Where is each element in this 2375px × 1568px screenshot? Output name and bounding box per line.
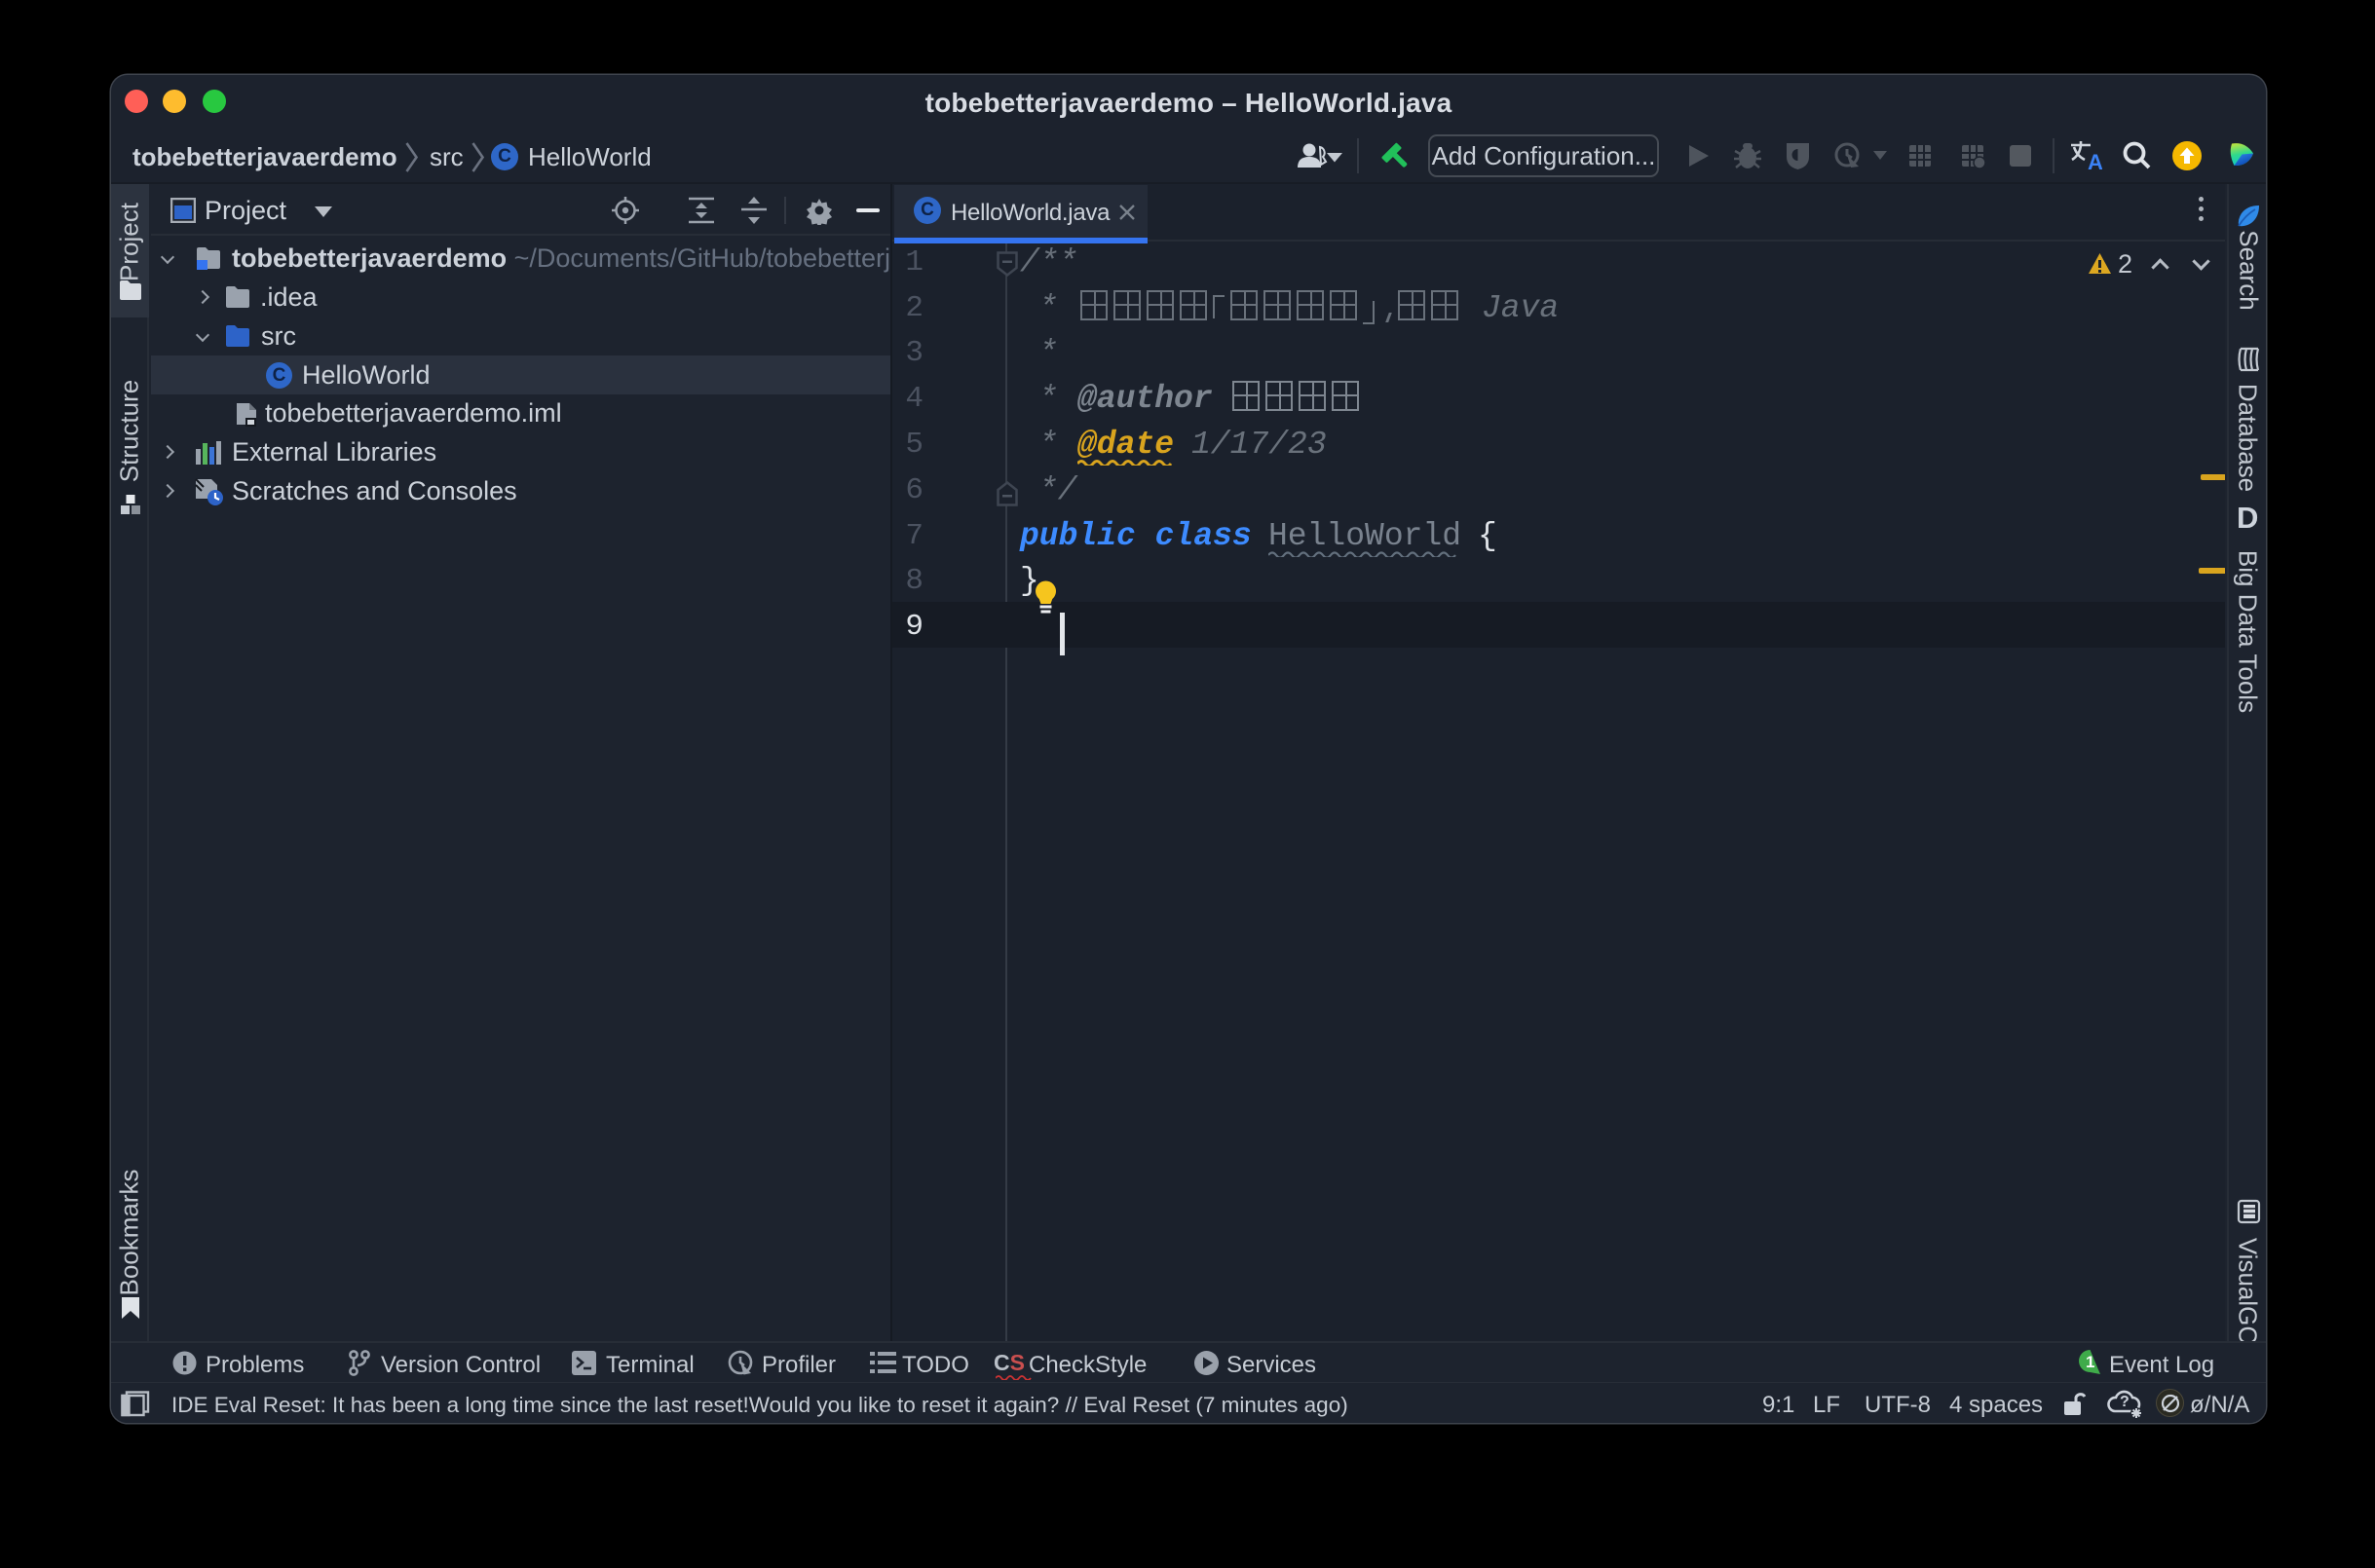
svg-text:1: 1 [2086,1353,2094,1371]
svg-text:?: ? [2120,1394,2130,1410]
svg-text:A: A [2088,150,2102,172]
